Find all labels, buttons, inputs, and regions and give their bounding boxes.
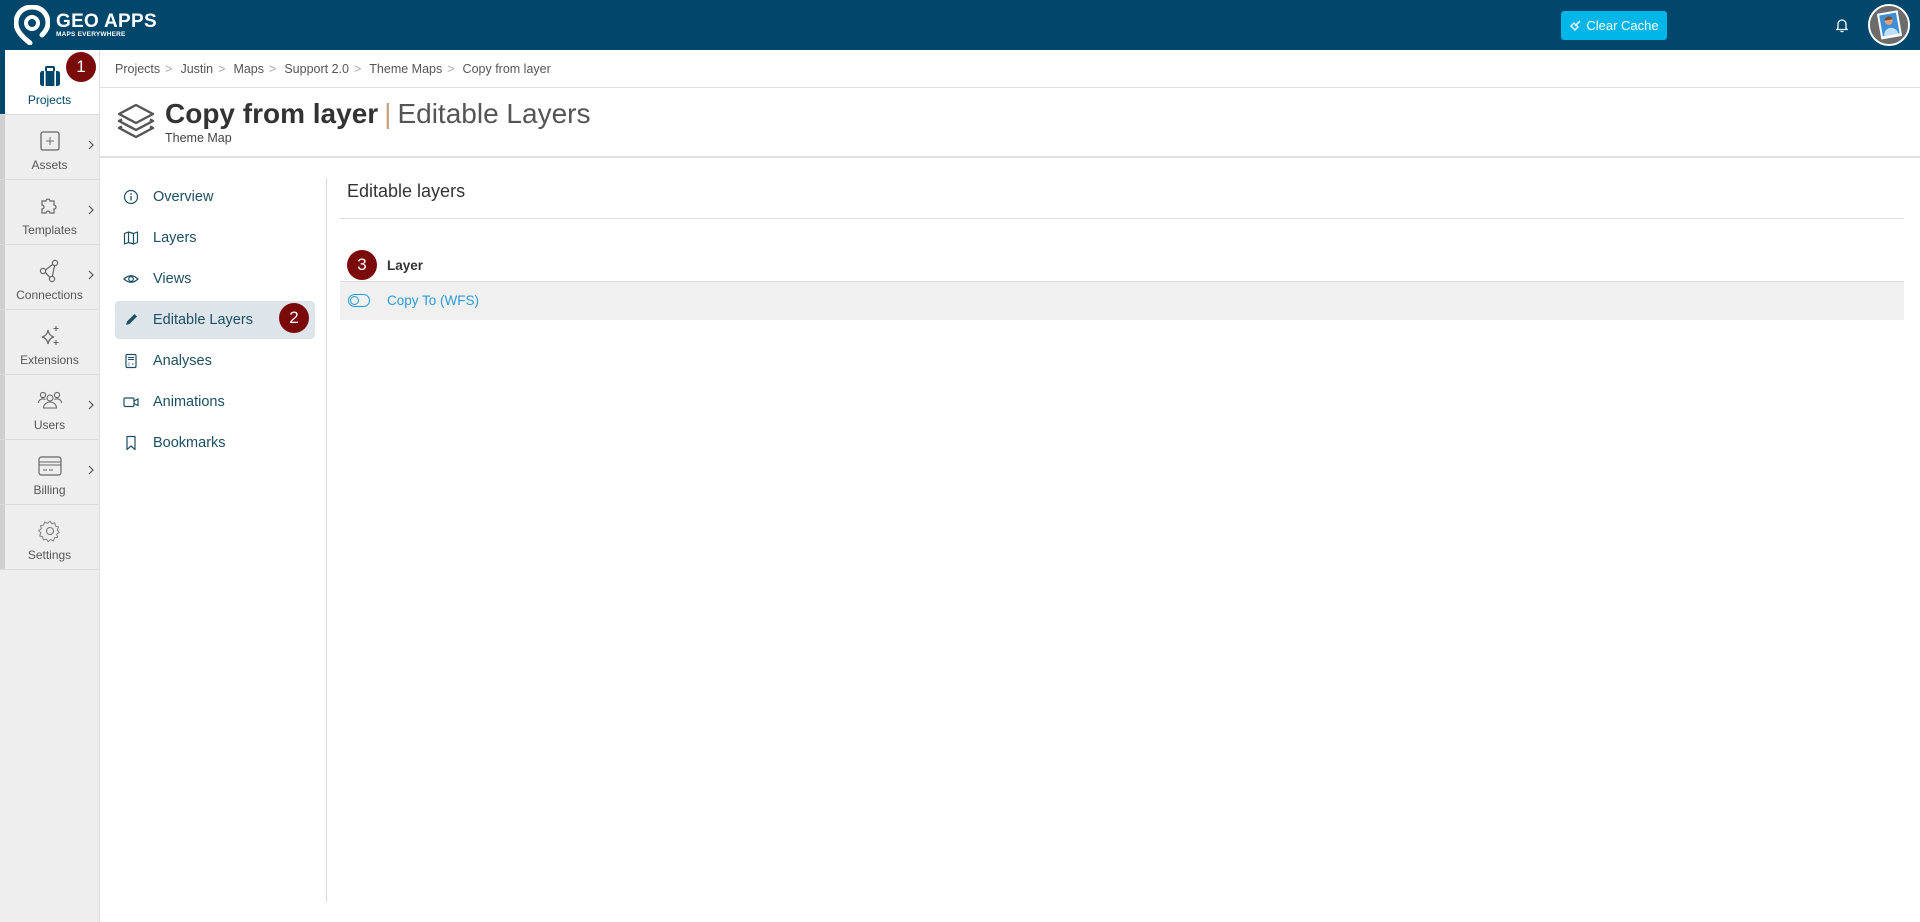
clear-cache-label: Clear Cache (1586, 18, 1659, 33)
brand-subtitle: MAPS EVERYWHERE (56, 30, 126, 38)
map-pin-logo-icon (14, 5, 50, 45)
user-photo-icon (1870, 6, 1908, 44)
share-nodes-icon (39, 259, 58, 283)
breadcrumb-separator: > (353, 61, 362, 76)
section-divider (340, 218, 1904, 219)
table-header: 3 Layer (340, 250, 1904, 282)
sidebar-item-connections[interactable]: Connections (0, 245, 99, 310)
breadcrumb-maps[interactable]: Maps (233, 62, 264, 76)
sidebar-item-extensions[interactable]: Extensions (0, 310, 99, 375)
breadcrumb-theme-maps[interactable]: Theme Maps (369, 62, 442, 76)
bookmark-icon (126, 435, 136, 451)
subnav-bookmarks[interactable]: Bookmarks (115, 424, 315, 462)
editable-toggle[interactable] (348, 294, 370, 307)
sidebar-item-users[interactable]: Users (0, 375, 99, 440)
subnav-label: Animations (153, 394, 225, 410)
page-subtitle: Theme Map (165, 131, 232, 145)
breadcrumb-projects[interactable]: Projects (115, 62, 160, 76)
toggle-knob (350, 295, 359, 305)
table-row[interactable]: Copy To (WFS) (340, 282, 1904, 320)
breadcrumb-current: Copy from layer (462, 61, 551, 76)
breadcrumb: Projects > Justin > Maps > Support 2.0 >… (100, 50, 1920, 88)
user-avatar[interactable] (1868, 4, 1910, 46)
pencil-icon (126, 314, 137, 325)
gear-icon (37, 520, 60, 543)
top-bar: GEO APPS MAPS EVERYWHERE Clear Cache (0, 0, 1920, 50)
puzzle-icon (40, 198, 57, 214)
sidebar-item-billing[interactable]: Billing (0, 440, 99, 505)
video-icon (123, 397, 139, 408)
chevron-right-icon (88, 270, 94, 280)
page-title-name: Copy from layer (165, 98, 379, 129)
info-icon (123, 189, 139, 205)
app-logo[interactable]: GEO APPS MAPS EVERYWHERE (14, 5, 157, 45)
sparkle-icon (41, 326, 58, 345)
users-icon (37, 391, 62, 409)
breadcrumb-justin[interactable]: Justin (180, 62, 213, 76)
broom-icon (1570, 20, 1581, 31)
sidebar-item-label: Settings (27, 548, 72, 562)
breadcrumb-separator: > (218, 61, 226, 76)
brand-title: GEO APPS (56, 10, 157, 32)
layer-name-link[interactable]: Copy To (WFS) (387, 293, 479, 308)
section-title: Editable layers (347, 181, 466, 201)
sidebar-item-label: Projects (27, 93, 72, 107)
layers-icon (117, 103, 155, 139)
sidebar-item-label: Users (33, 418, 66, 432)
subnav-analyses[interactable]: Analyses (115, 342, 315, 380)
subnav-label: Overview (153, 189, 214, 205)
chevron-right-icon (88, 400, 94, 410)
subnav-layers[interactable]: Layers (115, 219, 315, 257)
subnav-label: Analyses (153, 353, 212, 369)
breadcrumb-support[interactable]: Support 2.0 (284, 62, 349, 76)
column-header-layer[interactable]: Layer (387, 258, 423, 273)
map-icon (123, 231, 139, 245)
sidebar-item-label: Billing (33, 483, 66, 497)
page-section: Editable Layers (397, 98, 591, 129)
chevron-right-icon (88, 140, 94, 150)
subnav-views[interactable]: Views (115, 260, 315, 298)
subnav-animations[interactable]: Animations (115, 383, 315, 421)
step-badge-3: 3 (347, 250, 377, 280)
step-badge-1: 1 (66, 52, 96, 82)
subnav-label: Layers (153, 230, 197, 246)
page-header: Copy from layer | Editable Layers Theme Ma… (100, 88, 1920, 158)
sidebar-item-templates[interactable]: Templates (0, 180, 99, 245)
credit-card-icon (37, 456, 62, 476)
subnav-label: Views (153, 271, 192, 287)
sidebar-item-label: Templates (22, 223, 77, 237)
sidebar-item-label: Extensions (20, 353, 79, 367)
breadcrumb-separator: > (269, 61, 277, 76)
plus-square-icon (39, 131, 60, 151)
sidebar-item-settings[interactable]: Settings (0, 505, 99, 570)
sidebar-item-label: Connections (16, 288, 83, 302)
breadcrumb-separator: > (447, 61, 455, 76)
clear-cache-button[interactable]: Clear Cache (1561, 11, 1667, 40)
title-separator: | (384, 98, 392, 129)
vertical-divider (326, 178, 327, 902)
briefcase-icon (39, 66, 60, 86)
main-sidebar: Projects Assets Templates Connections Ex… (0, 50, 100, 922)
breadcrumb-separator: > (165, 61, 173, 76)
subnav-overview[interactable]: Overview (115, 178, 315, 216)
bell-icon[interactable] (1834, 16, 1850, 34)
sidebar-item-label: Assets (31, 158, 68, 172)
chevron-right-icon (88, 205, 94, 215)
eye-icon (123, 275, 139, 283)
page-title: Copy from layer | Editable Layers (165, 98, 590, 130)
subnav-label: Editable Layers (153, 312, 253, 328)
subnav-label: Bookmarks (153, 435, 226, 451)
calculator-icon (125, 353, 137, 369)
step-badge-2: 2 (279, 303, 309, 333)
sidebar-item-assets[interactable]: Assets (0, 115, 99, 180)
chevron-right-icon (88, 465, 94, 475)
